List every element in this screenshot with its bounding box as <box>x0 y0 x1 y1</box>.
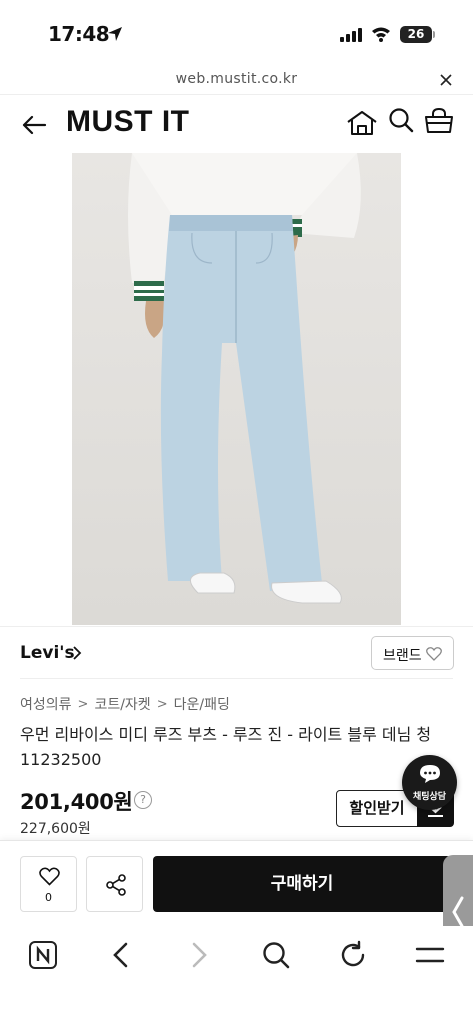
close-icon[interactable] <box>438 72 454 88</box>
chat-consult-label: 채팅상담 <box>412 792 447 802</box>
jeans-illustration <box>128 153 361 604</box>
back-arrow-icon[interactable] <box>20 111 48 139</box>
refresh-icon[interactable] <box>338 940 368 970</box>
sale-price: 201,400원 <box>20 790 133 814</box>
buy-now-button[interactable]: 구매하기 <box>153 856 451 912</box>
breadcrumb-item[interactable]: 여성의류 <box>20 694 72 714</box>
mustit-logo[interactable]: MUST IT <box>66 105 190 139</box>
cart-icon[interactable] <box>424 107 454 135</box>
product-title: 우먼 리바이스 미디 루즈 부츠 - 루즈 진 - 라이트 블루 데님 청 11… <box>20 725 432 769</box>
purchase-action-bar: 0 구매하기 <box>0 840 473 926</box>
home-icon[interactable] <box>346 109 378 137</box>
location-arrow-icon <box>108 27 122 41</box>
brand-row: Levi's 브랜드 <box>0 626 473 678</box>
battery-indicator: 26 <box>400 26 432 43</box>
wifi-icon <box>372 27 390 42</box>
browser-toolbar <box>0 926 473 1024</box>
like-count: 0 <box>45 891 52 904</box>
naver-home-icon[interactable] <box>28 940 58 970</box>
browser-search-icon[interactable] <box>261 940 291 970</box>
status-time: 17:48 <box>48 22 110 46</box>
browser-back-icon[interactable] <box>106 940 136 970</box>
original-price: 227,600원 <box>20 821 91 837</box>
chevron-left-icon <box>452 896 464 928</box>
share-icon <box>106 874 126 896</box>
browser-forward-icon <box>192 942 207 968</box>
url-bar[interactable]: web.mustit.co.kr <box>0 66 473 94</box>
heart-outline-icon <box>426 647 442 661</box>
breadcrumb-separator-icon: > <box>77 696 89 712</box>
chat-bubble-icon <box>420 765 440 783</box>
chevron-right-icon[interactable] <box>72 646 82 660</box>
status-bar: 17:48 26 <box>0 0 473 66</box>
brand-chip-label: 브랜드 <box>383 648 422 664</box>
breadcrumb-item[interactable]: 코트/자켓 <box>94 694 150 714</box>
breadcrumb-separator-icon: > <box>156 696 168 712</box>
app-header: MUST IT <box>0 94 473 152</box>
menu-icon[interactable] <box>415 940 445 970</box>
cellular-signal-icon <box>340 28 362 42</box>
chat-consult-button[interactable]: 채팅상담 <box>402 755 457 810</box>
breadcrumb-item[interactable]: 다운/패딩 <box>174 694 230 714</box>
breadcrumb: 여성의류 > 코트/자켓 > 다운/패딩 <box>20 694 230 714</box>
share-button[interactable] <box>86 856 143 912</box>
brand-name-link[interactable]: Levi's <box>20 643 75 663</box>
search-icon[interactable] <box>388 107 414 135</box>
like-button[interactable]: 0 <box>20 856 77 912</box>
price-help-icon[interactable]: ? <box>134 791 152 809</box>
product-image[interactable] <box>72 153 401 625</box>
battery-tip <box>433 31 435 38</box>
brand-like-button[interactable]: 브랜드 <box>371 636 454 670</box>
divider <box>20 678 453 679</box>
heart-outline-icon <box>39 867 60 886</box>
url-text: web.mustit.co.kr <box>175 71 298 87</box>
